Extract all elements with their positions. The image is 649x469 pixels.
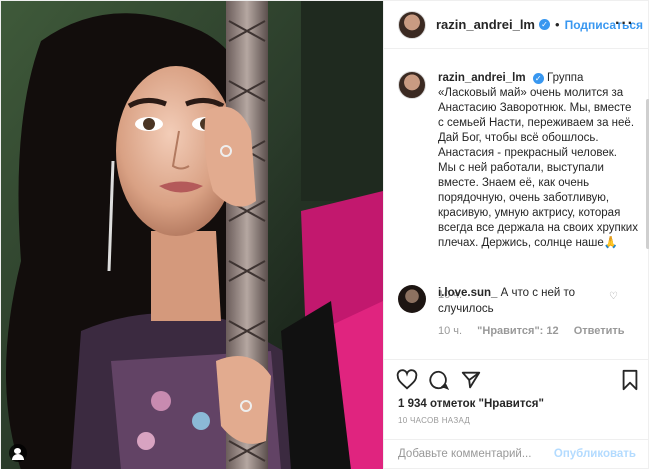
- comment-timestamp[interactable]: 10 ч.: [438, 325, 462, 337]
- comment-avatar[interactable]: [398, 285, 426, 313]
- caption-text: Группа «Ласковый май» очень молится за А…: [438, 72, 638, 249]
- comment-like-icon[interactable]: ♡: [609, 291, 618, 302]
- verified-badge-icon: ✓: [532, 73, 544, 84]
- avatar[interactable]: [398, 10, 426, 39]
- post-comment-button[interactable]: Опубликовать: [554, 448, 636, 460]
- post-header: razin_andrei_lm ✓ • Подписаться ···: [384, 1, 649, 49]
- photo-image: [1, 1, 383, 469]
- more-horizontal-icon[interactable]: ···: [615, 16, 634, 32]
- caption-avatar[interactable]: [398, 71, 426, 99]
- instagram-post: razin_andrei_lm ✓ • Подписаться ··· razi…: [0, 0, 649, 469]
- comment-likes-count[interactable]: "Нравится": 12: [477, 325, 558, 337]
- caption-username[interactable]: razin_andrei_lm: [438, 72, 526, 84]
- user-tag-icon[interactable]: [9, 444, 27, 462]
- posted-timestamp[interactable]: 10 ЧАСОВ НАЗАД: [398, 416, 470, 425]
- verified-badge-icon: ✓: [539, 19, 550, 30]
- comment-body: i.love.sun_ А что с ней то случилось: [438, 285, 613, 317]
- reply-button[interactable]: Ответить: [574, 325, 625, 337]
- comment-username[interactable]: i.love.sun_: [438, 287, 497, 299]
- comment-meta: 10 ч. "Нравится": 12 Ответить: [438, 325, 625, 337]
- post-side-panel: razin_andrei_lm ✓ • Подписаться ··· razi…: [383, 1, 649, 469]
- bookmark-icon[interactable]: [620, 369, 640, 396]
- list-item: i.love.sun_ А что с ней то случилось ♡ 1…: [398, 285, 638, 337]
- header-username[interactable]: razin_andrei_lm: [436, 17, 535, 32]
- add-comment-bar: Опубликовать: [384, 439, 649, 469]
- action-bar: [384, 359, 649, 399]
- paper-plane-icon[interactable]: [460, 369, 482, 396]
- caption: razin_andrei_lm ✓ Группа «Ласковый май» …: [398, 71, 638, 301]
- comment-bubble-icon[interactable]: [428, 369, 450, 396]
- post-photo[interactable]: [1, 1, 383, 469]
- comment-input[interactable]: [398, 448, 558, 460]
- caption-body: razin_andrei_lm ✓ Группа «Ласковый май» …: [438, 71, 638, 251]
- heart-icon[interactable]: [396, 369, 418, 396]
- comments-list[interactable]: razin_andrei_lm ✓ Группа «Ласковый май» …: [384, 49, 649, 359]
- header-separator: •: [555, 17, 560, 32]
- likes-count[interactable]: 1 934 отметок "Нравится": [398, 398, 544, 410]
